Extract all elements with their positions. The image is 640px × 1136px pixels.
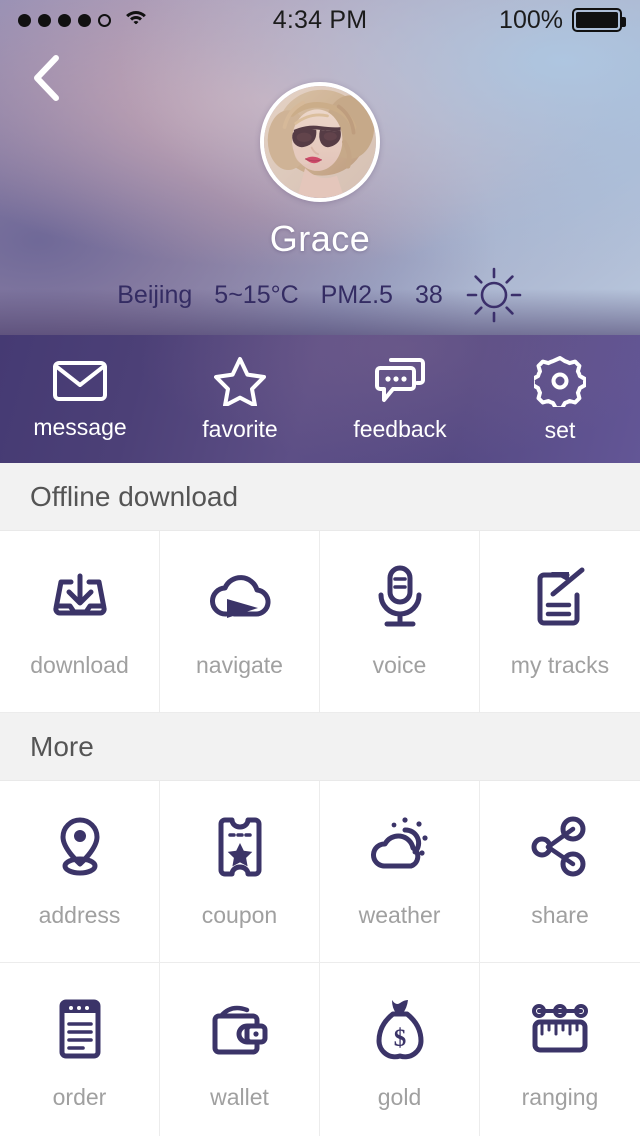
share-nodes-icon xyxy=(530,814,590,880)
map-pin-icon xyxy=(53,814,107,880)
grid-item-voice[interactable]: voice xyxy=(320,531,480,713)
weather-summary: Beijing 5~15°C PM2.5 38 xyxy=(0,266,640,324)
quick-action-set[interactable]: set xyxy=(480,335,640,463)
grid-item-label: ranging xyxy=(521,1084,599,1110)
section-title: More xyxy=(30,730,94,762)
battery-full-icon xyxy=(572,8,626,32)
grid-item-ranging[interactable]: ranging xyxy=(480,963,640,1136)
weather-pm-label: PM2.5 xyxy=(320,280,393,309)
grid-item-label: my tracks xyxy=(510,652,610,678)
microphone-icon xyxy=(371,564,429,630)
grid-item-label: voice xyxy=(372,652,427,678)
ruler-icon xyxy=(528,996,592,1062)
section-title: Offline download xyxy=(30,480,239,512)
inbox-download-icon xyxy=(49,564,111,630)
gear-icon xyxy=(534,355,586,407)
grid-item-coupon[interactable]: coupon xyxy=(160,781,320,963)
money-bag-icon: $ xyxy=(371,996,429,1062)
grid-item-gold[interactable]: $ gold xyxy=(320,963,480,1136)
grid-item-wallet[interactable]: wallet xyxy=(160,963,320,1136)
status-bar: 4:34 PM 100% xyxy=(0,0,640,40)
profile-header: 4:34 PM 100% Grace Beijing 5~15°C PM2.5 … xyxy=(0,0,640,335)
grid-item-label: share xyxy=(531,902,589,928)
quick-action-label: favorite xyxy=(202,415,278,442)
grid-item-share[interactable]: share xyxy=(480,781,640,963)
section-header-offline-download: Offline download xyxy=(0,463,640,531)
grid-item-download[interactable]: download xyxy=(0,531,160,713)
grid-offline-download: download navigate voice my tracks xyxy=(0,531,640,713)
grid-more: address coupon weather share order walle… xyxy=(0,781,640,1136)
sun-icon xyxy=(465,266,523,324)
grid-item-weather[interactable]: weather xyxy=(320,781,480,963)
grid-item-order[interactable]: order xyxy=(0,963,160,1136)
quick-action-label: feedback xyxy=(353,415,447,442)
quick-action-message[interactable]: message xyxy=(0,335,160,463)
quick-action-bar: message favorite feedback set xyxy=(0,335,640,463)
status-bar-time: 4:34 PM xyxy=(272,5,368,34)
quick-action-label: message xyxy=(33,413,127,440)
wallet-icon xyxy=(207,996,273,1062)
page-title: Grace xyxy=(269,218,371,259)
grid-item-label: address xyxy=(38,902,121,928)
document-lines-icon xyxy=(54,996,106,1062)
back-chevron-icon xyxy=(34,55,59,101)
svg-text:$: $ xyxy=(393,1025,406,1052)
grid-item-address[interactable]: address xyxy=(0,781,160,963)
star-icon xyxy=(214,356,266,406)
profile-screen: 4:34 PM 100% Grace Beijing 5~15°C PM2.5 … xyxy=(0,0,640,1136)
quick-action-favorite[interactable]: favorite xyxy=(160,335,320,463)
grid-item-my-tracks[interactable]: my tracks xyxy=(480,531,640,713)
ticket-star-icon xyxy=(214,814,266,880)
back-button[interactable] xyxy=(18,50,74,106)
chat-bubbles-icon xyxy=(375,357,425,402)
quick-action-label: set xyxy=(544,416,576,443)
grid-item-label: gold xyxy=(377,1084,422,1110)
grid-item-label: coupon xyxy=(201,902,278,928)
envelope-icon xyxy=(53,360,107,401)
cloud-sun-icon xyxy=(367,814,433,880)
grid-item-label: navigate xyxy=(196,652,283,678)
section-header-more: More xyxy=(0,713,640,781)
grid-item-navigate[interactable]: navigate xyxy=(160,531,320,713)
weather-pm-value: 38 xyxy=(414,280,443,309)
avatar[interactable] xyxy=(260,82,380,202)
weather-temperature: 5~15°C xyxy=(214,280,299,309)
quick-action-feedback[interactable]: feedback xyxy=(320,335,480,463)
grid-item-label: download xyxy=(30,652,129,678)
weather-city: Beijing xyxy=(117,280,193,309)
user-avatar-image xyxy=(264,86,376,198)
cloud-arrow-icon xyxy=(207,564,273,630)
grid-item-label: weather xyxy=(358,902,441,928)
grid-item-label: order xyxy=(52,1084,107,1110)
document-pen-icon xyxy=(529,564,591,630)
grid-item-label: wallet xyxy=(210,1084,269,1110)
